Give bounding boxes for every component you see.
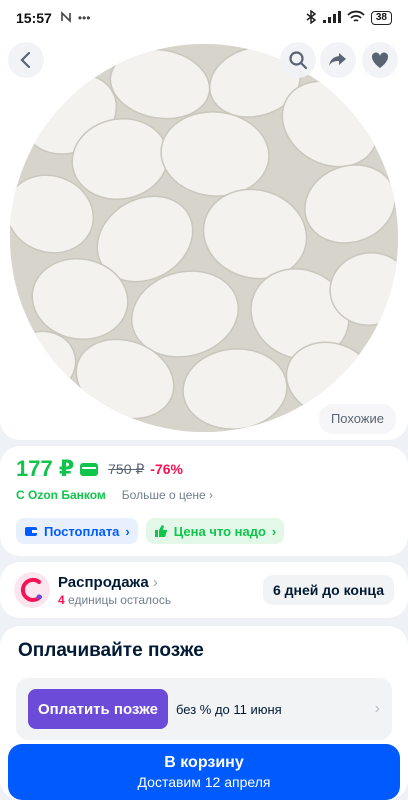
price-card: 177 ₽ 750 ₽ -76% С Ozon Банком Больше о … <box>0 446 408 556</box>
product-image[interactable] <box>10 44 398 432</box>
heart-icon <box>371 52 389 68</box>
pay-later-info: без % до 11 июня <box>175 701 282 717</box>
sale-logo-icon <box>14 572 50 608</box>
chevron-right-icon: › <box>152 573 158 591</box>
similar-button[interactable]: Похожие <box>318 404 396 434</box>
old-price: 750 ₽ <box>108 460 145 477</box>
pay-later-button[interactable]: Оплатить позже <box>28 689 168 729</box>
wifi-icon <box>347 10 365 26</box>
delivery-date: Доставим 12 апреля <box>137 774 271 790</box>
signal-icon <box>322 10 341 26</box>
discount-badge: -76% <box>150 461 183 477</box>
chevron-right-icon: › <box>125 523 130 539</box>
status-bar: 15:57 ••• 38 <box>0 0 408 36</box>
add-to-cart-button[interactable]: В корзину Доставим 12 апреля <box>8 744 400 800</box>
good-price-badge[interactable]: Цена что надо › <box>145 518 285 544</box>
pay-later-row[interactable]: Оплатить позже без % до 11 июня › <box>16 678 392 740</box>
sale-card[interactable]: Распродажа › 4 единицы осталось 6 дней д… <box>0 562 408 618</box>
battery-icon: 38 <box>370 11 392 25</box>
more-about-price-link[interactable]: Больше о цене › <box>122 488 213 502</box>
ozon-card-icon <box>80 462 99 476</box>
back-button[interactable] <box>8 42 44 78</box>
sale-title: Распродажа <box>58 573 149 591</box>
ozon-bank-label: С Ozon Банком <box>16 488 106 502</box>
chevron-right-icon: › <box>209 488 214 502</box>
favorite-button[interactable] <box>362 42 398 78</box>
chevron-right-icon: › <box>374 700 380 717</box>
more-dots-icon: ••• <box>77 10 91 25</box>
search-icon <box>289 51 308 70</box>
current-price: 177 ₽ <box>16 456 75 481</box>
sale-remaining: единицы осталось <box>68 592 172 607</box>
days-left-badge: 6 дней до конца <box>262 575 394 605</box>
product-gallery[interactable]: Похожие <box>0 36 408 440</box>
wallet-icon <box>25 527 37 536</box>
sale-count: 4 <box>58 592 65 607</box>
bluetooth-icon <box>305 9 317 27</box>
chevron-right-icon: › <box>271 523 277 539</box>
add-to-cart-label: В корзину <box>164 754 244 771</box>
status-time: 15:57 <box>16 10 52 26</box>
chevron-left-icon <box>20 51 31 69</box>
share-icon <box>329 53 346 66</box>
nfc-icon <box>60 10 72 26</box>
search-button[interactable] <box>280 42 316 78</box>
thumbs-up-icon <box>154 525 167 537</box>
share-button[interactable] <box>320 42 356 78</box>
pay-later-title: Оплачивайте позже <box>18 640 204 661</box>
postpay-badge[interactable]: Постоплата › <box>16 518 138 544</box>
